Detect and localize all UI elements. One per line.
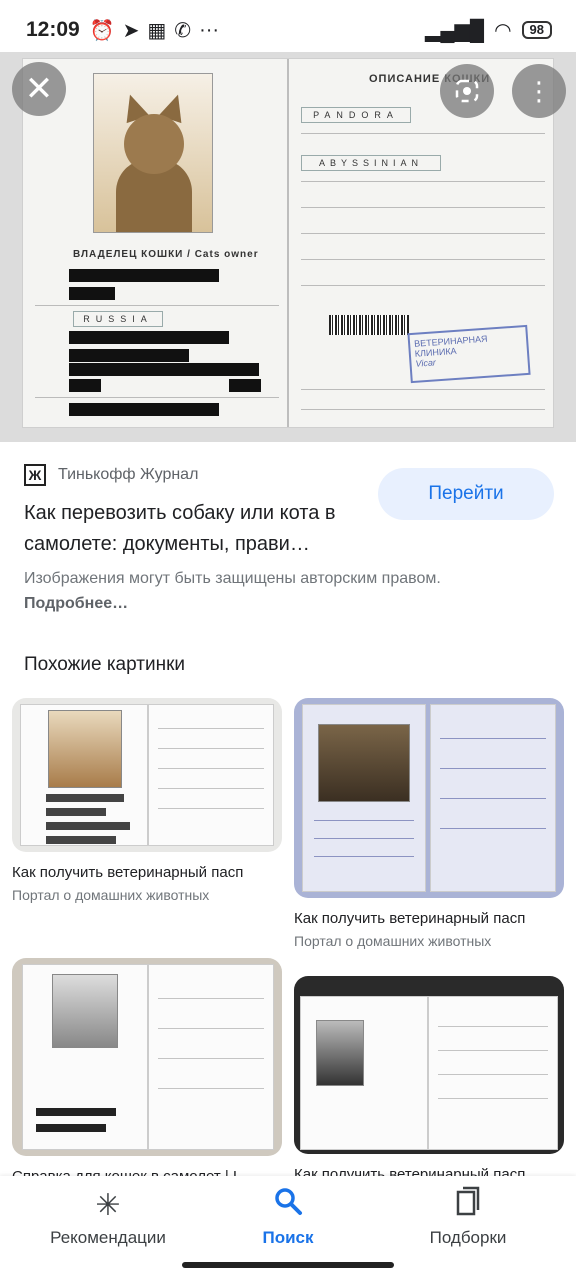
lens-icon xyxy=(455,79,479,103)
similar-title: Как получить ветеринарный пасп xyxy=(12,864,244,881)
section-title: Похожие картинки xyxy=(24,654,185,675)
telegram-icon: ➤ xyxy=(122,19,140,42)
learn-more-link[interactable]: Подробнее… xyxy=(24,595,128,612)
similar-thumbnail[interactable] xyxy=(294,976,564,1154)
visit-button[interactable]: Перейти xyxy=(378,468,554,520)
status-more: ··· xyxy=(199,18,220,41)
similar-image-card[interactable]: Как получить ветеринарный пасп Портал о … xyxy=(294,698,564,949)
nav-collections[interactable]: Подборки xyxy=(378,1186,558,1248)
nav-label: Поиск xyxy=(262,1228,314,1247)
passport-right-page: ОПИСАНИЕ КОШКИ PANDORA ABYSSINIAN ВЕТЕРИ… xyxy=(289,59,553,427)
wifi-icon: ◠ xyxy=(494,19,512,42)
breed-field: ABYSSINIAN xyxy=(301,155,441,171)
status-icons: ⏰ ➤ ▦ ✆ ··· xyxy=(90,18,219,43)
similar-thumbnail[interactable] xyxy=(12,958,282,1156)
status-bar: 12:09 ⏰ ➤ ▦ ✆ ··· ▂▄▆█ ◠ 98 xyxy=(0,0,576,60)
search-icon xyxy=(198,1186,378,1226)
similar-thumbnail[interactable] xyxy=(12,698,282,852)
home-indicator[interactable] xyxy=(182,1262,394,1268)
similar-image-card[interactable]: Справка для кошек в самолет | L xyxy=(12,958,282,1185)
viber-icon: ✆ xyxy=(174,19,192,42)
status-time: 12:09 xyxy=(26,18,80,41)
nav-label: Подборки xyxy=(429,1228,507,1247)
similar-title: Как получить ветеринарный пасп xyxy=(294,910,526,927)
similar-thumbnail[interactable] xyxy=(294,698,564,898)
source-row[interactable]: Ж Тинькофф Журнал xyxy=(24,464,198,486)
clinic-stamp: ВЕТЕРИНАРНАЯ КЛИНИКА Vicar xyxy=(407,324,531,384)
bookmark-icon xyxy=(378,1186,558,1226)
signal-icon: ▂▄▆█ xyxy=(424,19,485,42)
more-vert-icon: ⋮ xyxy=(526,76,552,106)
nav-label: Рекомендации xyxy=(50,1228,166,1247)
similar-source: Портал о домашних животных xyxy=(294,933,492,949)
nav-recommendations[interactable]: ✳ Рекомендации xyxy=(18,1186,198,1248)
owner-caption: ВЛАДЕЛЕЦ КОШКИ / Cats owner xyxy=(73,249,259,260)
close-button[interactable]: ✕ xyxy=(12,62,66,116)
source-name: Тинькофф Журнал xyxy=(58,466,199,483)
copyright-notice: Изображения могут быть защищены авторски… xyxy=(24,566,474,616)
copyright-text: Изображения могут быть защищены авторски… xyxy=(24,570,441,587)
close-icon: ✕ xyxy=(24,70,54,108)
cat-name-field: PANDORA xyxy=(301,107,411,123)
passport-left-page: ВЛАДЕЛЕЦ КОШКИ / Cats owner RUSSIA xyxy=(23,59,289,427)
cat-photo xyxy=(93,73,213,233)
battery-icon: 98 xyxy=(521,21,552,39)
similar-image-card[interactable]: Как получить ветеринарный пасп xyxy=(294,976,564,1183)
preview-image[interactable]: ВЛАДЕЛЕЦ КОШКИ / Cats owner RUSSIA ОПИСА… xyxy=(0,52,576,442)
barcode xyxy=(329,315,409,335)
site-logo-icon: Ж xyxy=(24,464,46,486)
nav-search[interactable]: Поиск xyxy=(198,1186,378,1248)
asterisk-icon: ✳ xyxy=(95,1189,121,1222)
alarm-icon: ⏰ xyxy=(89,19,115,42)
lens-button[interactable] xyxy=(440,64,494,118)
news-icon: ▦ xyxy=(147,19,167,42)
similar-image-card[interactable]: Как получить ветеринарный пасп Портал о … xyxy=(12,698,282,903)
article-title[interactable]: Как перевозить собаку или кота в самолет… xyxy=(24,498,364,560)
country-field: RUSSIA xyxy=(73,311,163,327)
similar-source: Портал о домашних животных xyxy=(12,887,210,903)
more-options-button[interactable]: ⋮ xyxy=(512,64,566,118)
